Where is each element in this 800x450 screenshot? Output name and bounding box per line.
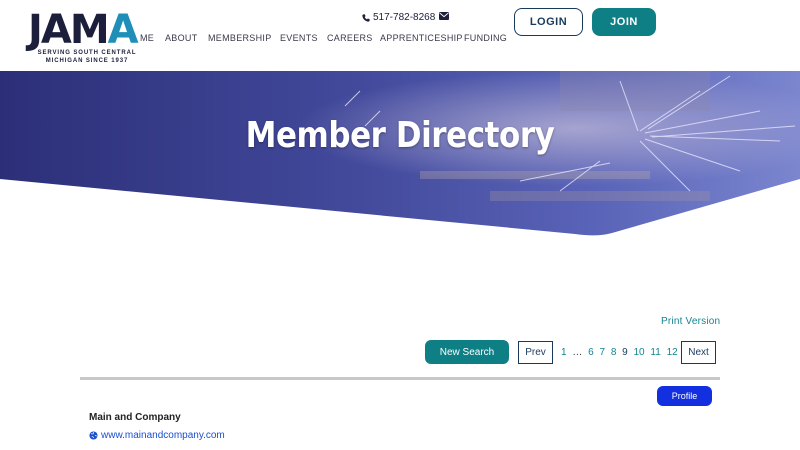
jama-logo[interactable]: JAMA SERVING SOUTH CENTRAL MICHIGAN SINC…	[28, 10, 148, 64]
logo-wordmark: JAMA	[28, 7, 139, 53]
profile-button[interactable]: Profile	[657, 386, 712, 406]
member-website-link[interactable]: www.mainandcompany.com	[89, 430, 225, 441]
join-button[interactable]: JOIN	[592, 8, 656, 36]
mail-icon[interactable]	[439, 12, 449, 20]
page-link-8[interactable]: 8	[611, 347, 617, 358]
hero-banner: Member Directory	[0, 71, 800, 236]
new-search-button[interactable]: New Search	[425, 340, 509, 364]
page-title: Member Directory	[245, 115, 555, 156]
page-link-11[interactable]: 11	[650, 347, 660, 358]
page-link-7[interactable]: 7	[599, 347, 605, 358]
nav-item-funding[interactable]: FUNDING	[464, 33, 507, 43]
page-link-10[interactable]: 10	[634, 347, 645, 358]
print-version-link[interactable]: Print Version	[661, 316, 720, 327]
nav-item-careers[interactable]: CAREERS	[327, 33, 373, 43]
phone-icon	[362, 13, 370, 22]
member-name: Main and Company	[89, 412, 181, 423]
prev-page-button[interactable]: Prev	[518, 341, 553, 364]
logo-tagline: SERVING SOUTH CENTRAL MICHIGAN SINCE 193…	[37, 50, 137, 64]
results-divider	[80, 377, 720, 380]
nav-item-home[interactable]: ME	[140, 33, 154, 43]
page-link-6[interactable]: 6	[588, 347, 594, 358]
page-link-12[interactable]: 12	[667, 347, 678, 358]
next-page-button[interactable]: Next	[681, 341, 716, 364]
phone-number: 517-782-8268	[373, 12, 436, 23]
nav-item-membership[interactable]: MEMBERSHIP	[208, 33, 272, 43]
site-header: JAMA SERVING SOUTH CENTRAL MICHIGAN SINC…	[0, 0, 800, 71]
nav-item-about[interactable]: ABOUT	[165, 33, 198, 43]
page-ellipsis: …	[572, 347, 583, 358]
member-website-text: www.mainandcompany.com	[101, 430, 225, 441]
page-current-9: 9	[622, 347, 628, 358]
phone-link[interactable]: 517-782-8268	[362, 12, 435, 23]
login-button[interactable]: LOGIN	[514, 8, 583, 36]
page-link-1[interactable]: 1	[561, 347, 567, 358]
globe-icon	[89, 431, 98, 440]
nav-item-events[interactable]: EVENTS	[280, 33, 318, 43]
pagination: 1 … 6 7 8 9 10 11 12 13	[561, 347, 698, 359]
nav-item-apprenticeship[interactable]: APPRENTICESHIP	[380, 33, 463, 43]
